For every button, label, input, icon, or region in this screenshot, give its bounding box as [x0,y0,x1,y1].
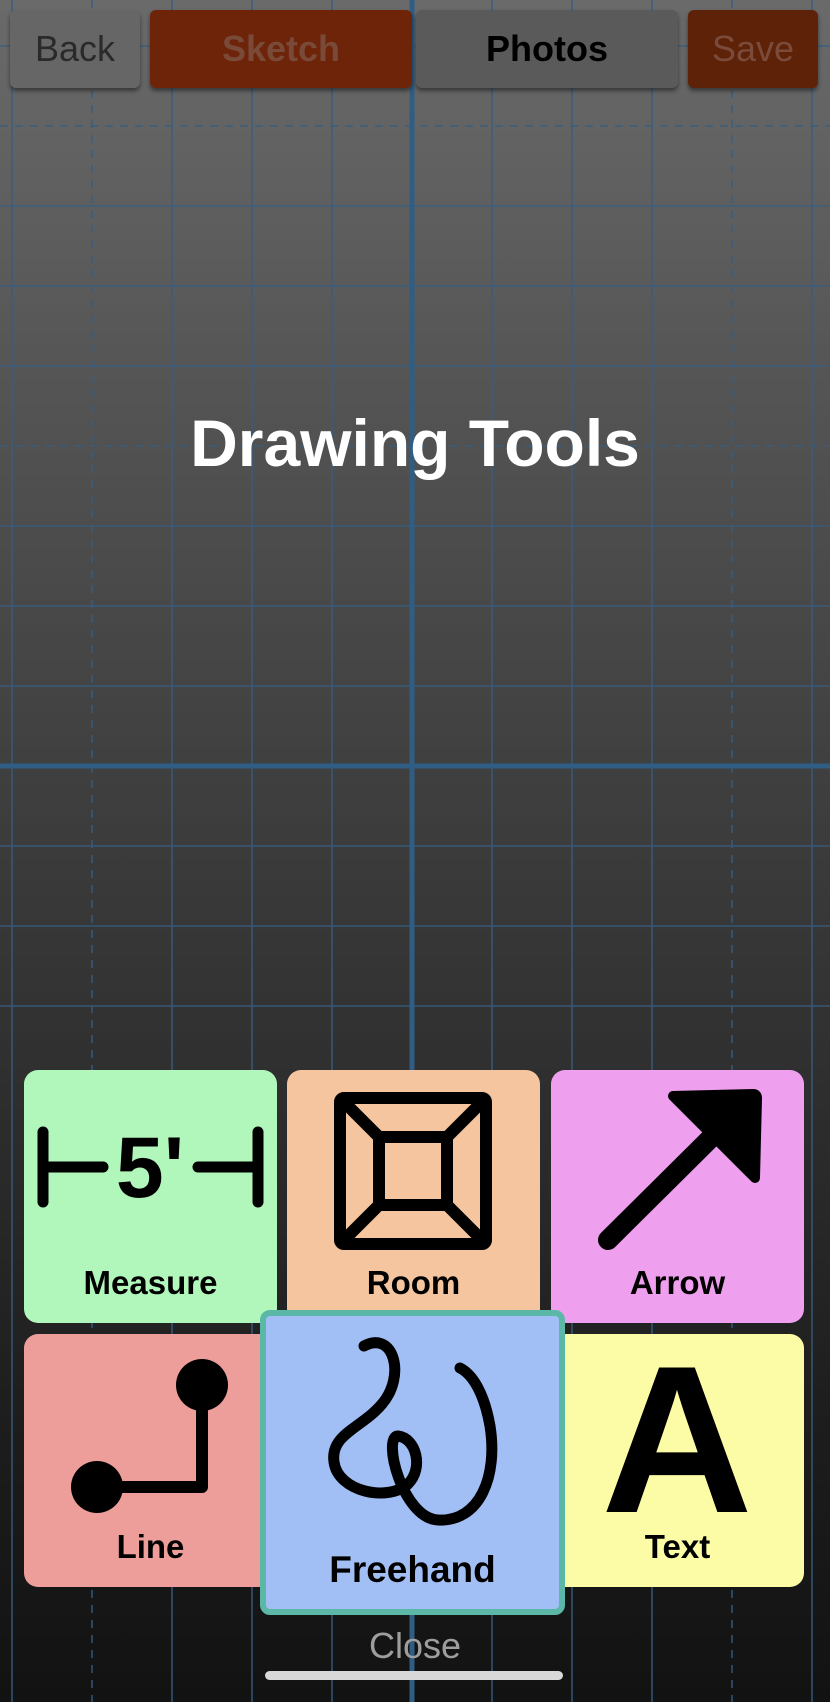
close-button[interactable]: Close [0,1625,830,1667]
tool-label-freehand: Freehand [329,1549,496,1590]
text-glyph: A [601,1334,753,1534]
tab-photos[interactable]: Photos [416,10,678,88]
back-button[interactable]: Back [10,10,140,88]
measure-glyph: 5' [116,1120,184,1216]
tool-measure-button[interactable]: 5' Measure [24,1070,277,1323]
tool-room-button[interactable]: Room [287,1070,540,1323]
tool-text-button[interactable]: A Text [551,1334,804,1587]
tool-arrow-button[interactable]: Arrow [551,1070,804,1323]
measure-icon: 5' [37,1120,264,1216]
tool-label-room: Room [366,1264,461,1301]
app-screen: Back Sketch Photos Save Drawing Tools 5'… [0,0,830,1702]
save-button[interactable]: Save [688,10,818,88]
freehand-icon [328,1337,498,1526]
text-icon: A [601,1334,753,1534]
tool-freehand-button[interactable]: Freehand [260,1310,565,1615]
tool-label-arrow: Arrow [629,1264,726,1301]
tab-sketch[interactable]: Sketch [150,10,412,88]
tool-label-text: Text [644,1528,711,1565]
arrow-icon [598,1089,762,1250]
tool-label-line: Line [116,1528,185,1565]
tool-label-measure: Measure [83,1264,218,1301]
tool-line-button[interactable]: Line [24,1334,277,1587]
line-icon [71,1359,228,1513]
home-indicator[interactable] [265,1671,563,1680]
room-icon [334,1092,492,1250]
drawing-tools-title: Drawing Tools [190,406,640,480]
